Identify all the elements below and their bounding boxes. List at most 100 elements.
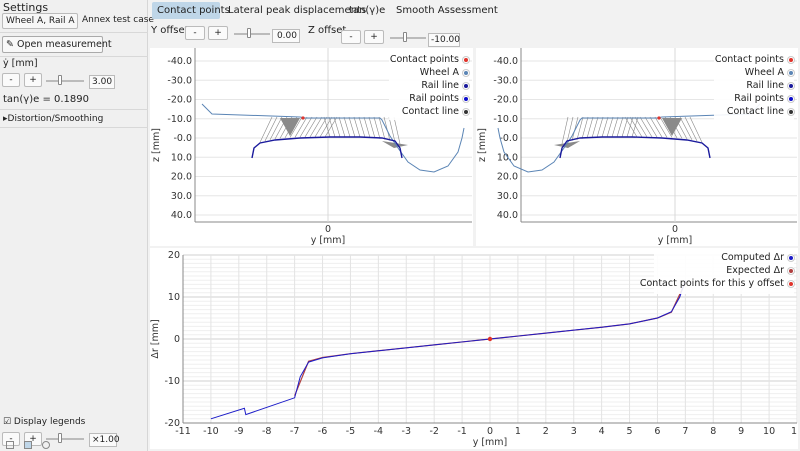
- x-tick-label: -6: [318, 426, 327, 437]
- contact-points-marker-icon: [788, 56, 794, 63]
- open-measurement-button[interactable]: ✎ Open measurement: [2, 36, 112, 53]
- contact-line-marker-icon: [788, 108, 794, 115]
- y-axis-label: z [mm]: [151, 128, 162, 162]
- y-tick-label: 40.0: [497, 210, 518, 221]
- divider: [0, 56, 148, 57]
- right-profile-legend: Contact points Wheel A Rail line Rail po…: [714, 54, 794, 120]
- contact-line: [596, 116, 604, 138]
- ydot-plus-button[interactable]: +: [24, 73, 42, 87]
- z-offset-slider[interactable]: [390, 37, 426, 39]
- contact-line: [591, 116, 599, 138]
- divider: [0, 32, 148, 33]
- legend-rail-points: Rail points: [734, 93, 794, 104]
- ydot-minus-button[interactable]: -: [2, 73, 20, 87]
- contact-point-marker: [487, 336, 493, 342]
- contact-line: [639, 116, 653, 138]
- y-tick-label: -20.0: [167, 95, 192, 106]
- divider: [0, 127, 148, 128]
- tan-gamma-readout: tan(γ)e = 0.1890: [3, 94, 89, 105]
- contact-line: [269, 116, 283, 141]
- y-tick-label: -40.0: [167, 56, 192, 67]
- x-tick-label: 9: [738, 426, 744, 437]
- display-legends-checkbox[interactable]: ☑ Display legends: [3, 417, 85, 427]
- y-tick-label: -30.0: [493, 75, 518, 86]
- legend-contact-line: Contact line: [402, 106, 469, 117]
- legend-wheel: Wheel A: [745, 67, 794, 78]
- y-offset-slider-knob[interactable]: [247, 28, 251, 38]
- contact-line: [363, 116, 371, 138]
- z-offset-minus-button[interactable]: -: [341, 30, 361, 44]
- tab-smooth-assessment[interactable]: Smooth Assessment: [391, 2, 498, 19]
- contact-line: [373, 116, 381, 139]
- contact-line: [304, 116, 318, 138]
- y-offset-value-field[interactable]: 0.00: [272, 29, 300, 43]
- y-tick-label: -10: [164, 376, 180, 387]
- save-icon[interactable]: [24, 441, 32, 449]
- contact-line: [358, 116, 366, 138]
- y-tick-label: 10.0: [497, 152, 518, 163]
- x-tick-label: 8: [710, 426, 716, 437]
- x-tick-label: 11: [791, 426, 798, 437]
- contact-line: [368, 116, 376, 139]
- y-tick-label: 10: [168, 292, 180, 303]
- y-tick-label: -40.0: [493, 56, 518, 67]
- settings-gear-icon[interactable]: [6, 441, 14, 449]
- y-tick-label: 10.0: [171, 152, 192, 163]
- contact-line: [679, 116, 693, 141]
- scale-slider[interactable]: [46, 438, 84, 440]
- legend-rail-line: Rail line: [746, 80, 794, 91]
- legend-computed-delta-r: Computed Δr: [721, 252, 794, 263]
- case-dropdown[interactable]: Wheel A, Rail A ▾: [2, 13, 78, 29]
- x-tick-label: 1: [515, 426, 521, 437]
- y-axis-label: Δr [mm]: [150, 319, 161, 358]
- ydot-slider[interactable]: [46, 80, 84, 82]
- contact-line: [333, 116, 341, 138]
- x-tick-label: 3: [571, 426, 577, 437]
- contact-line: [343, 116, 351, 138]
- rail-profile-line: [559, 136, 711, 159]
- tab-lateral-peak-displacements[interactable]: Lateral peak displacements: [223, 2, 366, 19]
- x-tick-label: -8: [262, 426, 271, 437]
- ydot-value-field[interactable]: 3.00: [89, 75, 115, 89]
- left-profile-legend: Contact points Wheel A Rail line Rail po…: [389, 54, 469, 120]
- y-offset-slider[interactable]: [234, 33, 270, 35]
- z-offset-slider-knob[interactable]: [403, 32, 407, 42]
- x-tick-label: 6: [654, 426, 660, 437]
- legend-contact-line: Contact line: [727, 106, 794, 117]
- z-offset-plus-button[interactable]: +: [364, 30, 384, 44]
- theme-icon[interactable]: [42, 441, 50, 449]
- scale-value-field[interactable]: ×1.00: [89, 433, 120, 447]
- contact-offset-marker-icon: [788, 280, 794, 287]
- tab-tan-gamma[interactable]: tan(γ)e: [344, 2, 388, 19]
- contact-line: [561, 116, 569, 144]
- rail-profile-line: [251, 136, 403, 159]
- legend-contact-points: Contact points: [390, 54, 469, 65]
- contact-line: [606, 116, 614, 138]
- wheel-marker-icon: [788, 69, 794, 76]
- y-tick-label: 20.0: [497, 172, 518, 183]
- ydot-slider-knob[interactable]: [58, 75, 62, 85]
- distortion-smoothing-toggle[interactable]: ▸Distortion/Smoothing: [3, 114, 103, 124]
- contact-line: [644, 116, 658, 138]
- x-tick-label: 2: [543, 426, 549, 437]
- rail-line-marker-icon: [463, 82, 469, 89]
- wheel-marker-icon: [463, 69, 469, 76]
- y-tick-label: 20: [168, 250, 180, 261]
- left-profile-chart: -40.0 -30.0 -20.0 -10.0 -0.0 10.0 20.0 30.0 40.0…: [150, 48, 473, 246]
- y-tick-label: -20.0: [493, 95, 518, 106]
- y-offset-minus-button[interactable]: -: [185, 26, 205, 40]
- scale-slider-knob[interactable]: [58, 433, 62, 443]
- tab-contact-points[interactable]: Contact points: [152, 2, 230, 19]
- y-tick-label: -10.0: [493, 114, 518, 125]
- x-tick-label: 0: [487, 426, 493, 437]
- contact-line: [338, 116, 346, 138]
- x-tick-label: -7: [290, 426, 299, 437]
- y-offset-plus-button[interactable]: +: [208, 26, 228, 40]
- z-offset-value-field[interactable]: -10.00: [428, 33, 460, 47]
- legend-wheel: Wheel A: [420, 67, 469, 78]
- contact-line: [581, 116, 589, 139]
- x-tick-label: 10: [763, 426, 775, 437]
- contact-line: [586, 116, 594, 139]
- legend-contact-points-offset: Contact points for this y offset: [640, 278, 794, 289]
- contact-line: [621, 116, 629, 138]
